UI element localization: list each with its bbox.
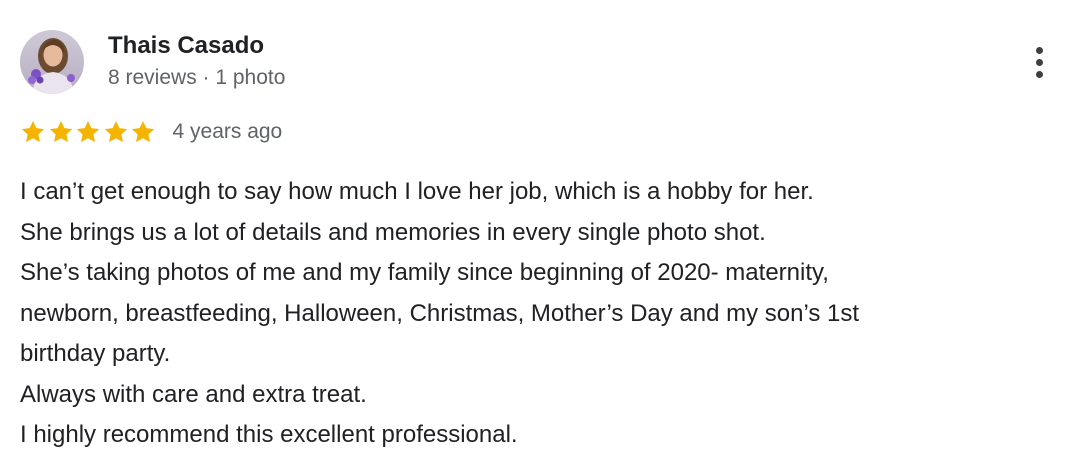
star-icon <box>75 119 101 145</box>
star-icon <box>103 119 129 145</box>
review-line: She’s taking photos of me and my family … <box>20 259 829 286</box>
reviewer-avatar[interactable] <box>20 30 84 94</box>
review-line: Always with care and extra treat. <box>20 380 367 408</box>
review-line: She brings us a lot of details and memor… <box>20 218 766 246</box>
star-icon <box>20 119 46 145</box>
star-icon <box>130 119 156 145</box>
star-rating <box>20 119 158 145</box>
profile-photo <box>20 30 84 94</box>
review-line: birthday party. <box>20 340 171 367</box>
review-line: I can’t get enough to say how much I lov… <box>20 178 814 205</box>
more-options-button[interactable] <box>1024 40 1056 84</box>
review-line: I highly recommend this excellent profes… <box>20 421 518 448</box>
reviewer-meta: 8 reviews · 1 photo <box>108 66 286 89</box>
reviewer-name[interactable]: Thais Casado <box>108 32 264 60</box>
rating-row: 4 years ago <box>20 118 282 146</box>
star-icon <box>48 119 74 145</box>
review-line: newborn, breastfeeding, Halloween, Chris… <box>20 299 860 327</box>
review-date: 4 years ago <box>172 120 283 143</box>
review-text: I can’t get enough to say how much I lov… <box>20 172 1060 456</box>
